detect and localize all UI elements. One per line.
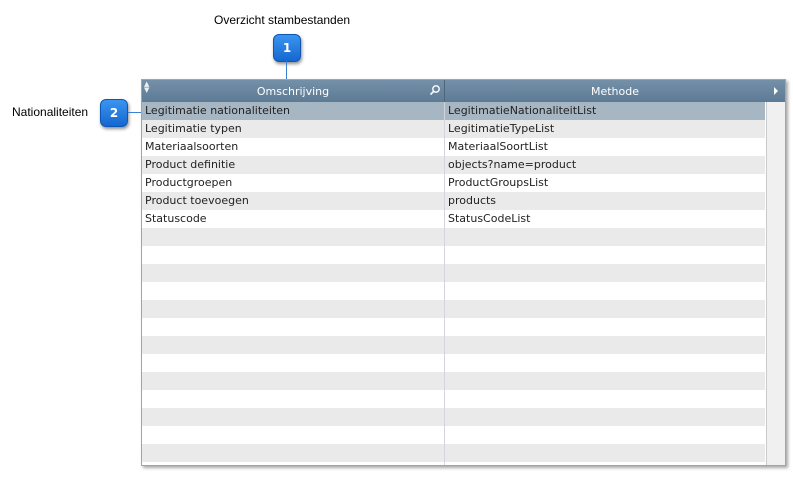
table-row[interactable] (142, 336, 765, 354)
vertical-scrollbar[interactable] (766, 102, 785, 465)
arrow-right-icon[interactable] (774, 87, 778, 95)
table-row[interactable] (142, 318, 765, 336)
cell-methode: LegitimatieTypeList (448, 122, 555, 135)
callout-1-line (286, 61, 287, 79)
callout-1-badge: 1 (273, 34, 301, 62)
table-row[interactable] (142, 372, 765, 390)
column-header-label: Omschrijving (256, 84, 330, 98)
cell-methode: ProductGroupsList (448, 176, 549, 189)
table-row[interactable] (142, 354, 765, 372)
table-row[interactable]: Legitimatie typen LegitimatieTypeList (142, 120, 765, 138)
callout-2-badge: 2 (100, 99, 128, 127)
table-row[interactable]: Legitimatie nationaliteiten LegitimatieNa… (142, 102, 765, 120)
table-row[interactable] (142, 300, 765, 318)
table-row[interactable]: Product definitie objects?name=product (142, 156, 765, 174)
grid-rows: Legitimatie nationaliteiten LegitimatieNa… (142, 102, 765, 462)
cell-omschrijving: Productgroepen (145, 176, 233, 189)
table-row[interactable]: Statuscode StatusCodeList (142, 210, 765, 228)
magnifier-icon[interactable] (429, 84, 441, 96)
callout-1-text: Overzicht stambestanden (214, 13, 351, 27)
cell-methode: products (448, 194, 497, 207)
cell-omschrijving: Product toevoegen (145, 194, 249, 207)
table-row[interactable] (142, 228, 765, 246)
column-divider (444, 102, 445, 465)
column-header-label: Methode (590, 84, 640, 98)
cell-methode: objects?name=product (448, 158, 577, 171)
grid-header: ▲ ▼ Omschrijving Methode (142, 80, 785, 102)
cell-methode: MateriaalSoortList (448, 140, 548, 153)
cell-omschrijving: Product definitie (145, 158, 236, 171)
callout-2-line (128, 112, 142, 113)
cell-methode: LegitimatieNationaliteitList (448, 104, 597, 117)
table-row[interactable]: Productgroepen ProductGroupsList (142, 174, 765, 192)
table-row[interactable]: Product toevoegen products (142, 192, 765, 210)
cell-omschrijving: Legitimatie typen (145, 122, 242, 135)
stambestanden-grid[interactable]: ▲ ▼ Omschrijving Methode Legitimatie nati… (141, 79, 786, 466)
callout-2-text: Nationaliteiten (12, 105, 89, 119)
sort-arrows-icon[interactable]: ▲ ▼ (144, 81, 149, 94)
table-row[interactable] (142, 408, 765, 426)
cell-omschrijving: Materiaalsoorten (145, 140, 239, 153)
cell-omschrijving: Legitimatie nationaliteiten (145, 104, 291, 117)
column-header-methode[interactable]: Methode (445, 80, 785, 102)
cell-methode: StatusCodeList (448, 212, 531, 225)
cell-omschrijving: Statuscode (145, 212, 207, 225)
table-row[interactable] (142, 426, 765, 444)
table-row[interactable] (142, 282, 765, 300)
table-row[interactable] (142, 444, 765, 462)
column-header-omschrijving[interactable]: ▲ ▼ Omschrijving (142, 80, 445, 102)
table-row[interactable]: Materiaalsoorten MateriaalSoortList (142, 138, 765, 156)
table-row[interactable] (142, 246, 765, 264)
table-row[interactable] (142, 390, 765, 408)
table-row[interactable] (142, 264, 765, 282)
